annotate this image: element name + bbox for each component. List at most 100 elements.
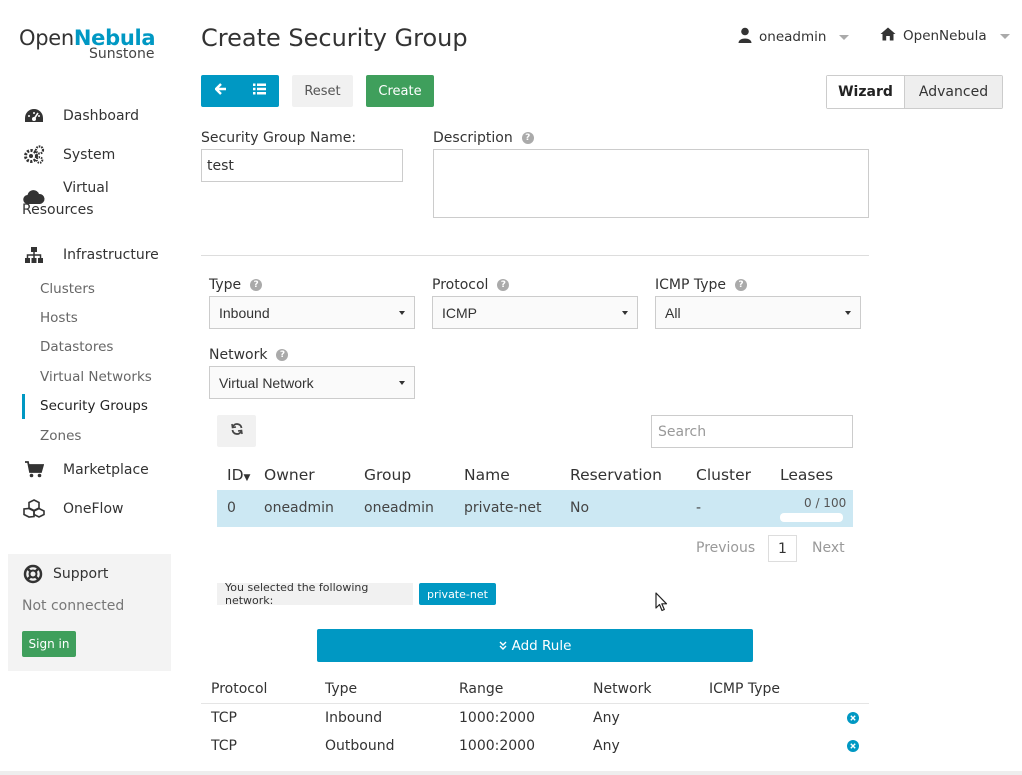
tab-advanced[interactable]: Advanced — [905, 76, 1002, 108]
refresh-button[interactable] — [217, 415, 256, 447]
rule-network: Any — [593, 738, 620, 754]
sidebar-nav: Dashboard System Virtual Resources Infras… — [0, 96, 180, 528]
name-label-text: Security Group Name: — [201, 130, 357, 146]
rules-col-icmp-type: ICMP Type — [709, 681, 781, 697]
create-button[interactable]: Create — [366, 75, 434, 107]
sidebar-sub-virtual-networks[interactable]: Virtual Networks — [0, 362, 180, 391]
sidebar-item-dashboard[interactable]: Dashboard — [0, 96, 180, 135]
network-label-text: Network — [209, 347, 268, 363]
col-leases[interactable]: Leases — [780, 466, 833, 484]
type-select-value: Inbound — [219, 304, 270, 321]
help-icon[interactable]: ? — [735, 279, 748, 291]
rules-col-protocol: Protocol — [211, 681, 268, 697]
col-owner[interactable]: Owner — [264, 466, 315, 484]
pagination-page[interactable]: 1 — [768, 535, 797, 562]
security-group-name-input[interactable]: test — [201, 149, 403, 182]
icmp-type-select[interactable]: All — [655, 296, 861, 329]
name-label: Security Group Name: — [201, 130, 356, 146]
protocol-label-text: Protocol — [432, 277, 489, 293]
support-title: Support — [53, 566, 109, 582]
col-reservation[interactable]: Reservation — [570, 466, 662, 484]
sidebar-sub-clusters[interactable]: Clusters — [0, 274, 180, 303]
tab-wizard[interactable]: Wizard — [827, 76, 905, 108]
sign-in-button[interactable]: Sign in — [22, 631, 76, 657]
leases-progress-bar — [780, 513, 843, 522]
rule-type: Outbound — [325, 738, 395, 754]
selected-network-text: You selected the following network: — [217, 581, 413, 607]
protocol-label: Protocol ? — [432, 277, 510, 293]
rule-type: Inbound — [325, 710, 383, 726]
list-icon — [253, 83, 266, 99]
col-name[interactable]: Name — [464, 466, 510, 484]
network-select[interactable]: Virtual Network — [209, 366, 415, 399]
col-group[interactable]: Group — [364, 466, 411, 484]
cell-group: oneadmin — [364, 500, 434, 516]
mode-tabs: Wizard Advanced — [826, 75, 1003, 109]
description-textarea[interactable] — [433, 149, 869, 218]
rule-network: Any — [593, 710, 620, 726]
sidebar-item-infrastructure[interactable]: Infrastructure — [0, 235, 180, 274]
mouse-cursor-icon — [655, 592, 668, 616]
user-icon — [738, 27, 752, 47]
zone-menu[interactable]: OpenNebula — [880, 27, 1010, 45]
page-title: Create Security Group — [201, 24, 468, 52]
rules-col-network: Network — [593, 681, 652, 697]
list-button[interactable] — [240, 75, 279, 107]
sidebar-item-oneflow[interactable]: OneFlow — [0, 489, 180, 528]
help-icon[interactable]: ? — [276, 349, 289, 361]
type-label-text: Type — [209, 277, 242, 293]
cell-reservation: No — [570, 500, 590, 516]
rules-header-divider — [201, 703, 869, 704]
sidebar-item-label: Infrastructure — [63, 246, 159, 263]
sidebar-item-label: Marketplace — [63, 461, 149, 478]
user-menu[interactable]: oneadmin — [738, 27, 850, 47]
search-input[interactable]: Search — [651, 415, 853, 448]
sidebar-item-marketplace[interactable]: Marketplace — [0, 450, 180, 489]
sitemap-icon — [23, 245, 45, 265]
caret-down-icon — [399, 310, 405, 315]
protocol-select[interactable]: ICMP — [432, 296, 638, 329]
cubes-icon — [23, 499, 45, 519]
logo[interactable]: OpenNebula Sunstone — [19, 26, 156, 62]
caret-down-icon — [622, 310, 628, 315]
chevron-down-icon — [839, 34, 850, 40]
network-select-value: Virtual Network — [219, 374, 314, 391]
remove-rule-icon[interactable] — [847, 740, 859, 752]
sort-desc-icon: ▼ — [243, 473, 251, 483]
chevron-down-icon — [999, 33, 1010, 39]
add-rule-button[interactable]: Add Rule — [317, 629, 753, 662]
type-select[interactable]: Inbound — [209, 296, 415, 329]
toolbar: Reset Create — [201, 75, 434, 107]
reset-button[interactable]: Reset — [292, 75, 353, 107]
cell-id: 0 — [227, 500, 236, 516]
col-id[interactable]: ID▼ — [227, 466, 250, 484]
dashboard-icon — [23, 106, 45, 126]
home-icon — [880, 27, 896, 45]
sidebar-item-system[interactable]: System — [0, 135, 180, 174]
sidebar-sub-security-groups[interactable]: Security Groups — [0, 392, 180, 421]
cart-icon — [23, 460, 45, 480]
sidebar-sub-zones[interactable]: Zones — [0, 421, 180, 450]
sidebar-item-virtual-resources[interactable]: Virtual Resources — [0, 174, 180, 235]
cloud-icon — [23, 187, 45, 207]
help-icon[interactable]: ? — [521, 132, 534, 144]
rule-protocol: TCP — [211, 738, 237, 754]
divider — [201, 255, 869, 256]
help-icon[interactable]: ? — [497, 279, 510, 291]
sidebar-sub-hosts[interactable]: Hosts — [0, 303, 180, 332]
pagination-next[interactable]: Next — [812, 540, 845, 556]
rule-range: 1000:2000 — [459, 738, 535, 754]
help-icon[interactable]: ? — [250, 279, 263, 291]
icmp-type-label-text: ICMP Type — [655, 277, 727, 293]
caret-down-icon — [845, 310, 851, 315]
selected-network-badge: private-net — [419, 583, 496, 605]
remove-rule-icon[interactable] — [847, 712, 859, 724]
col-cluster[interactable]: Cluster — [696, 466, 751, 484]
sidebar-sub-datastores[interactable]: Datastores — [0, 333, 180, 362]
pagination-previous[interactable]: Previous — [696, 540, 755, 556]
sidebar-item-label: System — [63, 146, 116, 163]
col-id-label: ID — [227, 466, 244, 484]
description-label: Description ? — [433, 130, 534, 146]
back-button[interactable] — [201, 75, 240, 107]
gears-icon — [23, 144, 45, 165]
